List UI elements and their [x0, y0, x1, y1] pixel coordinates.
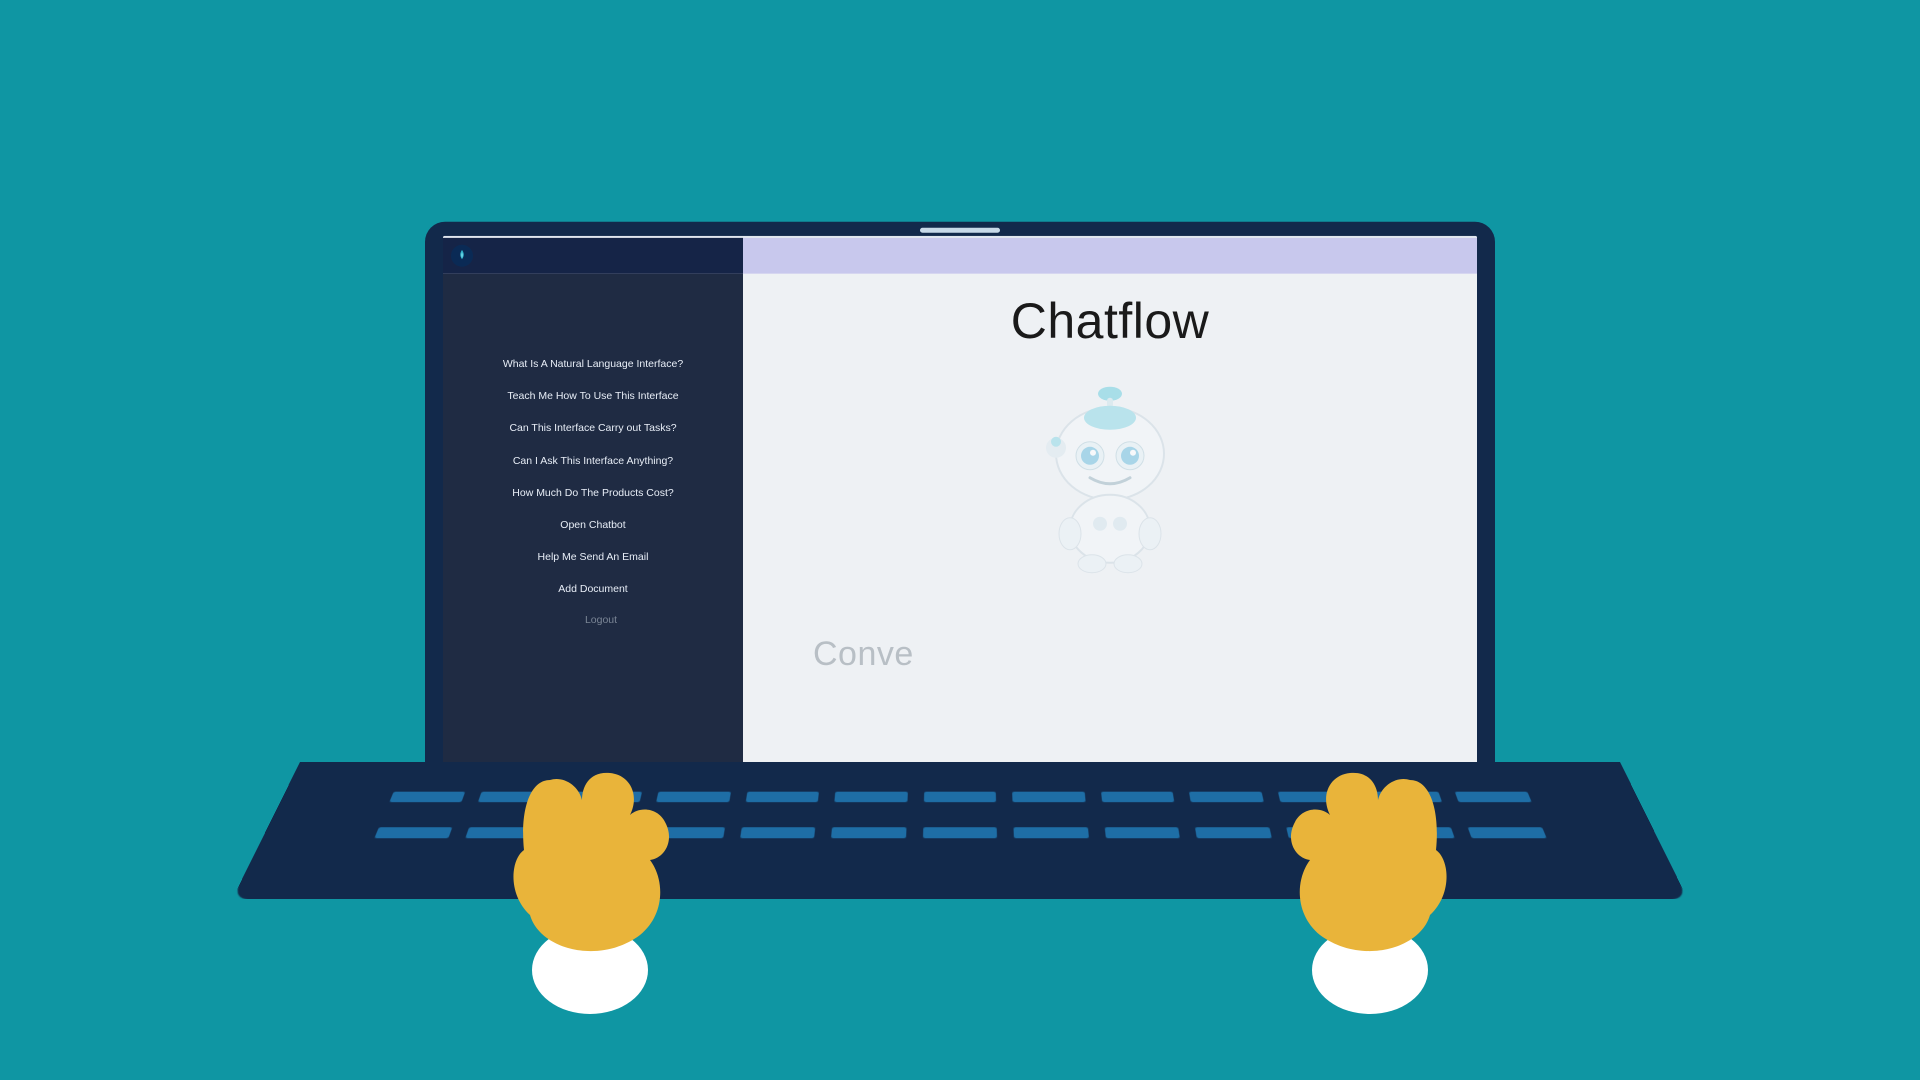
typed-input-text: Conve [813, 635, 914, 674]
sidebar: What Is A Natural Language Interface? Te… [443, 274, 743, 816]
sidebar-item-email[interactable]: Help Me Send An Email [443, 541, 743, 573]
right-hand-icon [1240, 740, 1470, 1025]
main-panel: Chatflow [743, 274, 1477, 816]
camera-notch [920, 228, 1000, 233]
app-screen: What Is A Natural Language Interface? Te… [443, 236, 1477, 816]
app-top-bar [443, 238, 1477, 274]
sidebar-item-nli[interactable]: What Is A Natural Language Interface? [443, 348, 743, 380]
top-bar-right [743, 238, 1477, 274]
sidebar-item-teach[interactable]: Teach Me How To Use This Interface [443, 380, 743, 412]
sidebar-item-document[interactable]: Add Document [443, 573, 743, 605]
robot-illustration-icon [1030, 384, 1190, 579]
sidebar-item-chatbot[interactable]: Open Chatbot [443, 509, 743, 541]
top-bar-left [443, 238, 743, 274]
page-title: Chatflow [1011, 292, 1210, 350]
app-body: What Is A Natural Language Interface? Te… [443, 274, 1477, 816]
sidebar-item-tasks[interactable]: Can This Interface Carry out Tasks? [443, 412, 743, 444]
sidebar-item-cost[interactable]: How Much Do The Products Cost? [443, 476, 743, 508]
left-hand-icon [490, 740, 720, 1025]
app-logo-icon [451, 245, 473, 267]
sidebar-logout[interactable]: Logout [443, 605, 743, 635]
sidebar-item-ask[interactable]: Can I Ask This Interface Anything? [443, 444, 743, 476]
